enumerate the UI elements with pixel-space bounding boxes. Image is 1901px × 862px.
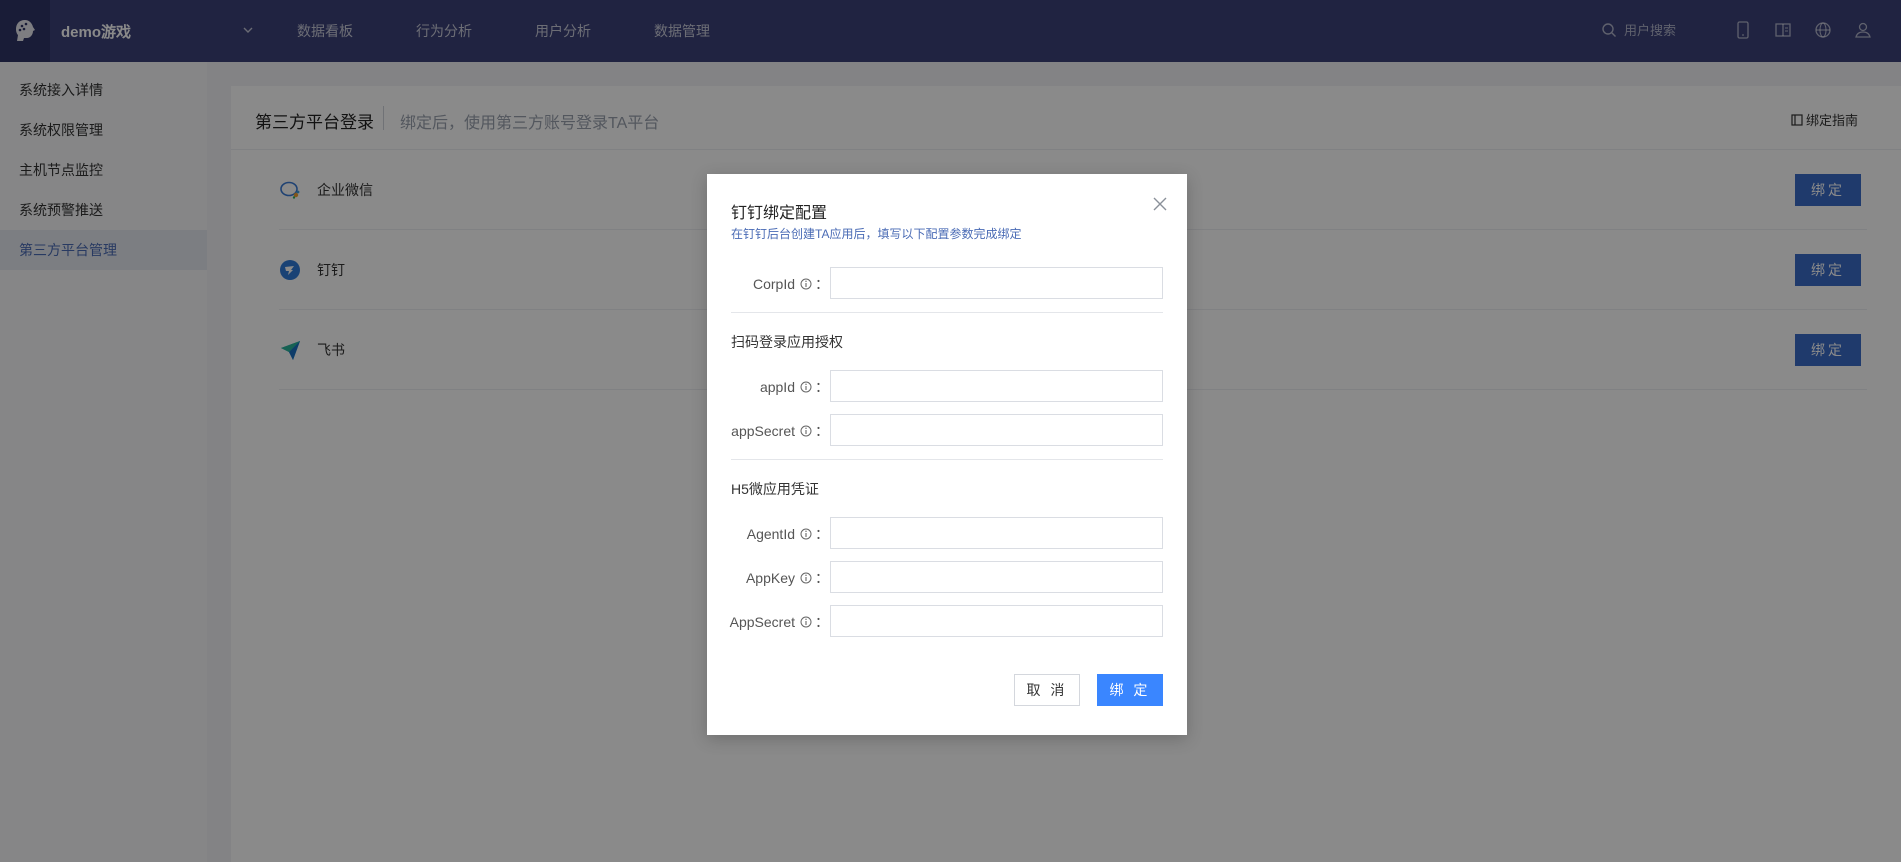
label-colon: ： [815,570,829,586]
agentid-input[interactable] [830,517,1163,549]
label-text: appId [759,379,795,395]
label-text: appSecret [731,423,795,439]
field-label: AppKey ： [746,568,829,588]
close-icon[interactable] [1150,194,1170,214]
appsecret-input[interactable] [830,414,1163,446]
section-divider [731,459,1163,460]
appsecret2-input[interactable] [830,605,1163,637]
confirm-bind-button[interactable]: 绑 定 [1097,674,1163,706]
corpid-input[interactable] [830,267,1163,299]
info-icon[interactable] [800,572,812,584]
info-icon[interactable] [800,381,812,393]
dialog-description: 在钉钉后台创建TA应用后，填写以下配置参数完成绑定 [731,227,1022,241]
appid-field: appId ： [707,370,1187,402]
label-text: CorpId [752,276,795,292]
field-label: appSecret ： [731,421,829,441]
label-colon: ： [815,423,829,439]
field-label: AppSecret ： [730,612,829,632]
appkey-field: AppKey ： [707,561,1187,593]
label-text: AppKey [745,570,795,586]
info-icon[interactable] [800,278,812,290]
section-divider [731,312,1163,313]
info-icon[interactable] [800,528,812,540]
label-text: AppSecret [729,614,795,630]
agentid-field: AgentId ： [707,517,1187,549]
info-icon[interactable] [800,425,812,437]
label-colon: ： [815,526,829,542]
appsecret2-field: AppSecret ： [707,605,1187,637]
info-icon[interactable] [800,616,812,628]
appkey-input[interactable] [830,561,1163,593]
field-label: CorpId ： [753,274,829,294]
appid-input[interactable] [830,370,1163,402]
field-label: appId ： [760,377,829,397]
section-title-scan: 扫码登录应用授权 [731,334,843,350]
dingtalk-bind-dialog: 钉钉绑定配置 在钉钉后台创建TA应用后，填写以下配置参数完成绑定 CorpId … [707,174,1187,735]
section-title-h5: H5微应用凭证 [731,481,819,497]
corpid-field: CorpId ： [707,267,1187,299]
dialog-title: 钉钉绑定配置 [731,205,828,222]
label-colon: ： [815,276,829,292]
label-colon: ： [815,379,829,395]
cancel-button[interactable]: 取 消 [1014,674,1080,706]
appsecret-field: appSecret ： [707,414,1187,446]
field-label: AgentId ： [747,524,829,544]
label-colon: ： [815,614,829,630]
label-text: AgentId [746,526,795,542]
